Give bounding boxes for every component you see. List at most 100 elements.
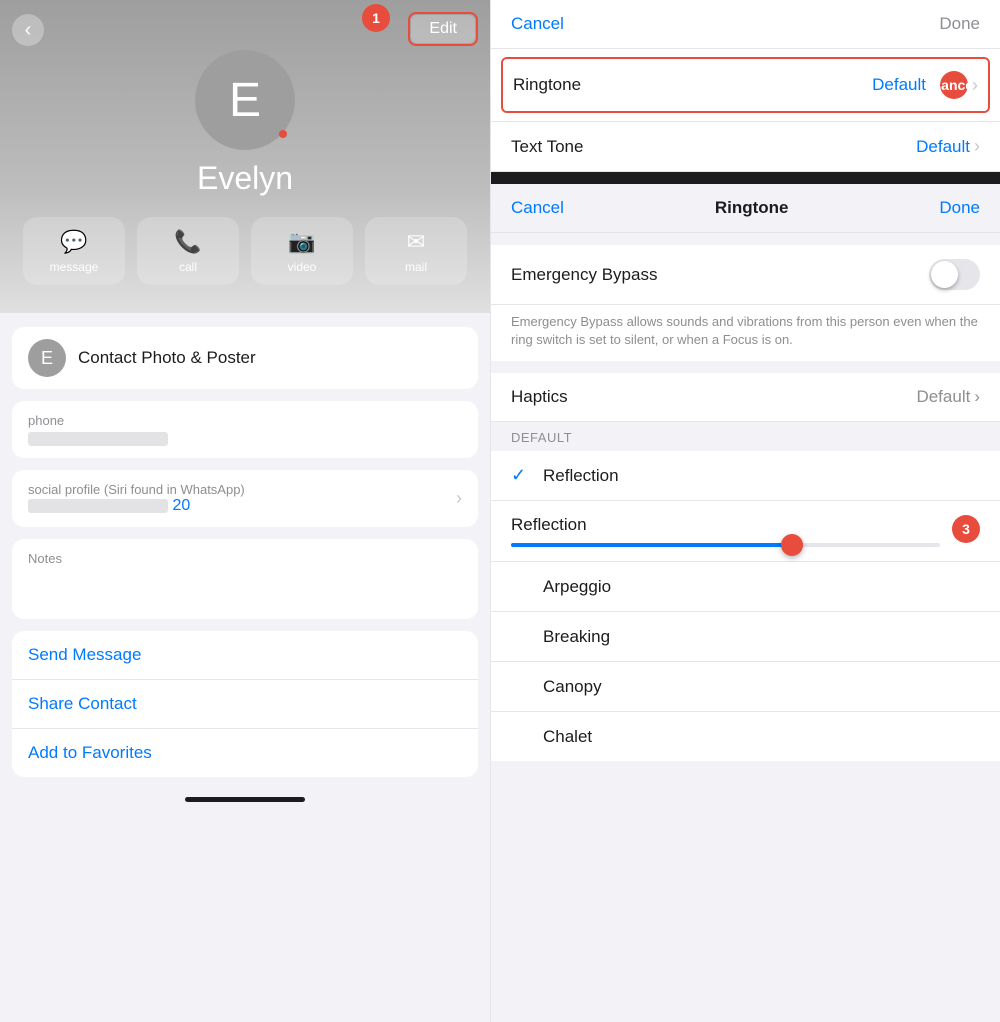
text-tone-value: Default <box>916 137 970 157</box>
emergency-bypass-label: Emergency Bypass <box>511 265 657 285</box>
text-tone-chevron-icon: › <box>974 136 980 157</box>
ringtone-item-breaking[interactable]: ✓ Breaking <box>491 612 1000 662</box>
ringtone-cancel-button[interactable]: Cancel <box>511 198 564 218</box>
top-cancel-button[interactable]: Cancel <box>511 14 564 34</box>
contact-photo-poster-card: E Contact Photo & Poster <box>12 327 478 389</box>
video-label: video <box>288 260 317 274</box>
right-panel: Cancel Done Ringtone Default Cancel › Te… <box>490 0 1000 1022</box>
ringtone-done-button[interactable]: Done <box>939 198 980 218</box>
edit-button-wrapper: Edit <box>408 12 478 46</box>
ringtone-name-reflection: Reflection <box>543 466 619 486</box>
avatar-letter: E <box>229 73 261 128</box>
send-message-label: Send Message <box>28 645 141 664</box>
social-value-suffix: 20 <box>172 497 190 514</box>
ringtone-chevron-icon: › <box>972 75 978 96</box>
ringtone-slider[interactable] <box>511 543 940 547</box>
emergency-bypass-section: Emergency Bypass Emergency Bypass allows… <box>491 245 1000 361</box>
settings-section: Cancel Done Ringtone Default Cancel › Te… <box>491 0 1000 172</box>
ringtone-item-reflection-checked[interactable]: ✓ Reflection <box>491 451 1000 501</box>
ringtone-body: Emergency Bypass Emergency Bypass allows… <box>491 233 1000 1022</box>
ringtone-name-arpeggio: Arpeggio <box>543 577 611 597</box>
top-done-button[interactable]: Done <box>939 14 980 34</box>
social-value: 20 <box>28 497 456 515</box>
toggle-knob <box>931 261 958 288</box>
contact-name: Evelyn <box>197 160 293 197</box>
action-row: 💬 message 📞 call 📷 video ✉ mail <box>23 217 467 285</box>
ringtone-item-chalet[interactable]: ✓ Chalet <box>491 712 1000 761</box>
video-icon: 📷 <box>288 229 315 255</box>
ringtone-name-reflection-2: Reflection <box>511 515 587 535</box>
ringtone-settings-label: Ringtone <box>513 75 581 95</box>
black-separator <box>491 172 1000 184</box>
message-label: message <box>50 260 99 274</box>
call-button[interactable]: 📞 call <box>137 217 239 285</box>
ringtone-item-canopy[interactable]: ✓ Canopy <box>491 662 1000 712</box>
ringtone-settings-wrapper: Ringtone Default Cancel › <box>491 49 1000 122</box>
emergency-bypass-row: Emergency Bypass <box>491 245 1000 304</box>
haptics-right: Default › <box>916 387 980 407</box>
mail-icon: ✉ <box>407 229 425 255</box>
text-tone-row[interactable]: Text Tone Default › <box>491 122 1000 172</box>
ringtone-title: Ringtone <box>715 198 789 218</box>
social-profile-row[interactable]: social profile (Siri found in WhatsApp) … <box>12 470 478 527</box>
mail-label: mail <box>405 260 427 274</box>
step-1-badge: 1 <box>362 4 390 32</box>
message-button[interactable]: 💬 message <box>23 217 125 285</box>
contact-header: ‹ 1 Edit E Evelyn 💬 message 📞 call 📷 vid… <box>0 0 490 313</box>
text-tone-label: Text Tone <box>511 137 583 157</box>
phone-row: phone <box>12 401 478 458</box>
edit-button[interactable]: Edit <box>411 15 475 43</box>
avatar: E <box>195 50 295 150</box>
phone-card: phone <box>12 401 478 458</box>
ringtone-settings-row[interactable]: Ringtone Default Cancel › <box>503 59 988 111</box>
checkmark-icon: ✓ <box>511 465 531 486</box>
back-button[interactable]: ‹ <box>12 14 44 46</box>
video-button[interactable]: 📷 video <box>251 217 353 285</box>
settings-nav: Cancel Done <box>491 0 1000 49</box>
ringtone-settings-right: Default Cancel › <box>872 71 978 99</box>
ringtone-name-chalet: Chalet <box>543 727 592 747</box>
ringtone-settings-value: Default <box>872 75 926 95</box>
social-info: social profile (Siri found in WhatsApp) … <box>28 482 456 515</box>
home-indicator <box>0 789 490 813</box>
mail-button[interactable]: ✉ mail <box>365 217 467 285</box>
social-label: social profile (Siri found in WhatsApp) <box>28 482 456 497</box>
avatar-dot <box>279 130 287 138</box>
ringtone-item-reflection-slider[interactable]: Reflection 3 <box>491 501 1000 562</box>
contact-photo-poster-label: Contact Photo & Poster <box>78 348 256 368</box>
ringtone-item-arpeggio[interactable]: ✓ Arpeggio <box>491 562 1000 612</box>
phone-label: phone <box>28 413 462 428</box>
default-section-header: DEFAULT <box>491 422 1000 451</box>
haptics-chevron-icon: › <box>974 387 980 407</box>
add-to-favorites-row[interactable]: Add to Favorites <box>12 729 478 777</box>
step-2-badge: Cancel <box>940 71 968 99</box>
ringtone-modal: Cancel Ringtone Done Emergency Bypass Em… <box>491 184 1000 1022</box>
text-tone-right: Default › <box>916 136 980 157</box>
ringtone-name-canopy: Canopy <box>543 677 602 697</box>
haptics-row[interactable]: Haptics Default › <box>491 373 1000 422</box>
share-contact-row[interactable]: Share Contact <box>12 680 478 729</box>
haptics-label: Haptics <box>511 387 568 407</box>
share-contact-label: Share Contact <box>28 694 137 713</box>
notes-label: Notes <box>28 551 462 566</box>
emergency-bypass-toggle[interactable] <box>929 259 980 290</box>
slider-fill <box>511 543 790 547</box>
ringtone-list: ✓ Reflection Reflection 3 ✓ Arpeggio <box>491 451 1000 761</box>
ringtone-name-breaking: Breaking <box>543 627 610 647</box>
call-icon: 📞 <box>174 229 201 255</box>
add-to-favorites-label: Add to Favorites <box>28 743 152 762</box>
send-message-row[interactable]: Send Message <box>12 631 478 680</box>
social-profile-card[interactable]: social profile (Siri found in WhatsApp) … <box>12 470 478 527</box>
contact-photo-poster-row[interactable]: E Contact Photo & Poster <box>12 327 478 389</box>
ringtone-highlight-box: Ringtone Default Cancel › <box>501 57 990 113</box>
left-panel: ‹ 1 Edit E Evelyn 💬 message 📞 call 📷 vid… <box>0 0 490 1022</box>
haptics-value: Default <box>916 387 970 407</box>
message-icon: 💬 <box>60 229 87 255</box>
action-links-card: Send Message Share Contact Add to Favori… <box>12 631 478 777</box>
step-3-badge: 3 <box>952 515 980 543</box>
social-chevron-icon: › <box>456 488 462 509</box>
call-label: call <box>179 260 197 274</box>
slider-thumb[interactable] <box>781 534 803 556</box>
emergency-bypass-desc: Emergency Bypass allows sounds and vibra… <box>491 304 1000 361</box>
notes-card[interactable]: Notes <box>12 539 478 619</box>
